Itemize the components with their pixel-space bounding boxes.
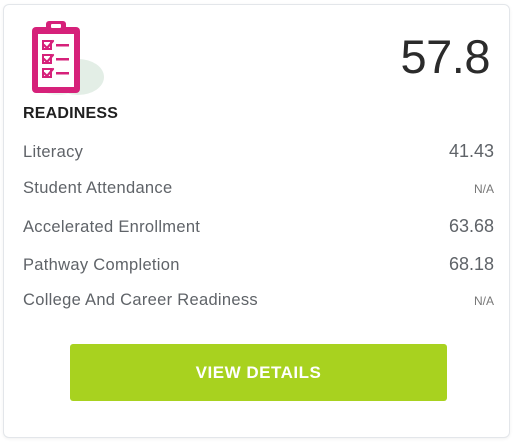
- metric-value: N/A: [473, 181, 494, 196]
- metric-label: Literacy: [23, 143, 84, 161]
- metric-row-literacy: Literacy 41.43: [23, 141, 494, 179]
- metric-label: Student Attendance: [23, 178, 173, 197]
- readiness-card: 57.8 READINESS Literacy 41.43 Student At…: [3, 4, 510, 438]
- section-title: READINESS: [23, 105, 119, 122]
- metric-value: 63.68: [448, 216, 494, 236]
- metric-row-accelerated-enrollment: Accelerated Enrollment 63.68: [23, 216, 494, 254]
- metric-value: 68.18: [448, 253, 494, 274]
- clipboard-checklist-icon: [18, 19, 110, 101]
- metric-row-student-attendance: Student Attendance N/A: [23, 179, 494, 217]
- metrics-list: Literacy 41.43 Student Attendance N/A Ac…: [23, 141, 494, 329]
- view-details-button[interactable]: VIEW DETAILS: [70, 344, 447, 401]
- metric-label: Pathway Completion: [23, 255, 180, 274]
- metric-label: College And Career Readiness: [23, 291, 258, 309]
- metric-value: 41.43: [448, 141, 494, 161]
- metric-value: N/A: [473, 294, 494, 308]
- readiness-score: 57.8: [400, 30, 491, 83]
- metric-row-college-career-readiness: College And Career Readiness N/A: [23, 291, 494, 329]
- metric-label: Accelerated Enrollment: [23, 218, 201, 236]
- metric-row-pathway-completion: Pathway Completion 68.18: [23, 254, 494, 292]
